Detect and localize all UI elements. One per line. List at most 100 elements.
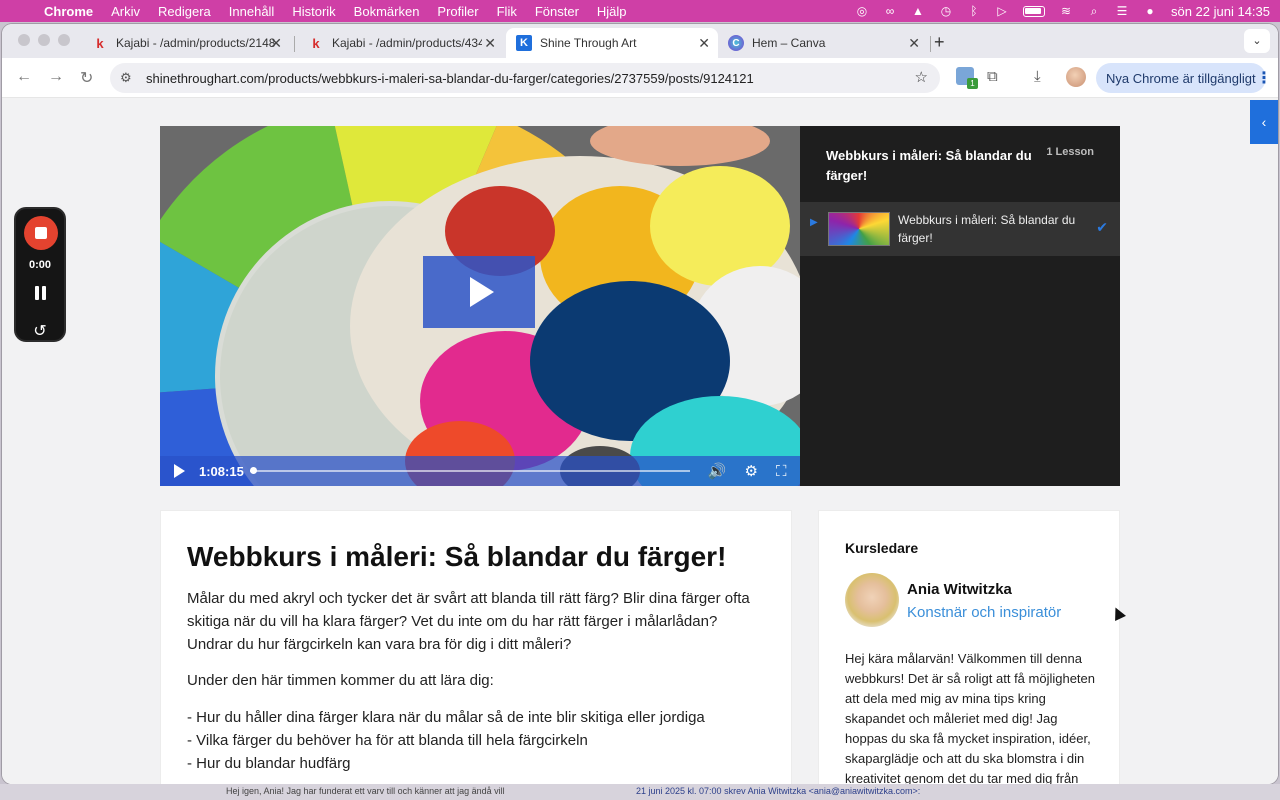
play-status-icon[interactable]: ▷ [995, 4, 1009, 18]
bluetooth-icon[interactable]: ᛒ [967, 4, 981, 18]
tab-separator [930, 36, 931, 52]
playlist-item[interactable]: ▶ Webbkurs i måleri: Så blandar du färge… [800, 202, 1120, 256]
forward-icon[interactable]: → [48, 68, 64, 86]
minimize-window-button[interactable] [38, 34, 50, 46]
instructor-name: Ania Witwitzka [907, 581, 1012, 598]
screen-recorder-widget: 0:00 ↺ [14, 207, 66, 342]
background-mail-window: Hej igen, Ania! Jag har funderat ett var… [0, 784, 1280, 800]
menu-arkiv[interactable]: Arkiv [111, 4, 140, 19]
browser-toolbar: ← → ↻ ⚙ shinethroughart.com/products/web… [2, 58, 1278, 98]
lesson-description: Webbkurs i måleri: Så blandar du färger!… [160, 510, 792, 784]
list-item: - Hur du håller dina färger klara när du… [187, 709, 705, 726]
extension-icon[interactable]: 1 [956, 67, 978, 89]
play-icon [470, 277, 494, 307]
instructor-heading: Kursledare [845, 540, 919, 556]
menu-hjalp[interactable]: Hjälp [597, 4, 627, 19]
page-viewport: ‹ 1:08:15 🔊 ⚙ ⛶ Webbkurs i måleri: Så bl… [2, 98, 1278, 784]
battery-icon[interactable] [1022, 5, 1045, 17]
close-tab-icon[interactable]: ✕ [698, 35, 710, 52]
video-player[interactable]: 1:08:15 🔊 ⚙ ⛶ [160, 126, 800, 486]
chrome-update-button[interactable]: Nya Chrome är tillgängligt [1096, 63, 1266, 93]
address-bar[interactable]: ⚙ shinethroughart.com/products/webbkurs-… [110, 63, 940, 93]
lesson-thumbnail [828, 212, 890, 246]
lesson-title: Webbkurs i måleri: Så blandar du färger! [898, 213, 1076, 245]
downloads-icon[interactable]: ⤓ [1034, 68, 1041, 85]
instructor-bio: Hej kära målarvän! Välkommen till denna … [845, 651, 1096, 784]
intro-paragraph: Målar du med akryl och tycker det är svå… [187, 590, 750, 653]
tab-shine-through-art[interactable]: K Shine Through Art ✕ [506, 28, 718, 58]
chrome-menu-icon[interactable]: ⋮ [1256, 68, 1272, 88]
lesson-count: 1 Lesson [1046, 146, 1094, 158]
tab-canva[interactable]: C Hem – Canva ✕ [718, 28, 928, 58]
list-item: - Hur du blandar hudfärg [187, 755, 351, 772]
menu-innehall[interactable]: Innehåll [229, 4, 275, 19]
menu-app-name[interactable]: Chrome [44, 4, 93, 19]
siri-icon[interactable]: ● [1143, 4, 1157, 18]
menu-profiler[interactable]: Profiler [437, 4, 478, 19]
menubar-clock[interactable]: sön 22 juni 14:35 [1171, 4, 1270, 19]
menu-fonster[interactable]: Fönster [535, 4, 579, 19]
site-settings-icon[interactable]: ⚙ [120, 70, 136, 86]
close-tab-icon[interactable]: ✕ [908, 35, 920, 52]
bookmark-star-icon[interactable]: ☆ [915, 68, 928, 86]
control-center-icon[interactable]: ☰ [1115, 4, 1129, 18]
timer-icon[interactable]: ◷ [939, 4, 953, 18]
macos-menubar: Chrome Arkiv Redigera Innehåll Historik … [0, 0, 1280, 22]
tab-title: Kajabi - /admin/products/434 [332, 36, 482, 50]
new-tab-icon[interactable]: + [934, 32, 945, 53]
tab-search-chevron-icon[interactable]: ⌄ [1244, 29, 1270, 53]
tab-title: Shine Through Art [540, 36, 637, 50]
menu-flik[interactable]: Flik [497, 4, 517, 19]
extension-badge-count: 1 [967, 78, 978, 89]
list-item: - Vilka färger du behöver ha för att bla… [187, 732, 588, 749]
tab-kajabi-2[interactable]: k Kajabi - /admin/products/434 ✕ [298, 28, 504, 58]
back-icon[interactable]: ← [16, 68, 32, 86]
play-button[interactable] [423, 256, 535, 328]
profile-avatar[interactable] [1066, 67, 1086, 87]
menu-historik[interactable]: Historik [292, 4, 335, 19]
video-duration: 1:08:15 [199, 463, 244, 479]
instructor-role: Konstnär och inspiratör [907, 604, 1062, 621]
site-icon: K [516, 35, 532, 51]
playlist-title: Webbkurs i måleri: Så blandar du färger! [826, 148, 1032, 183]
pause-icon[interactable] [34, 286, 48, 300]
seek-handle[interactable] [249, 467, 257, 474]
close-tab-icon[interactable]: ✕ [484, 35, 496, 52]
zoom-window-button[interactable] [58, 34, 70, 46]
extensions-puzzle-icon[interactable]: ⧉ [987, 68, 998, 85]
canva-icon: C [728, 35, 744, 51]
reload-icon[interactable]: ↻ [80, 68, 93, 88]
menu-bokmarken[interactable]: Bokmärken [354, 4, 420, 19]
now-playing-icon: ▶ [810, 217, 818, 228]
seek-bar[interactable] [249, 467, 690, 474]
status-app-icon[interactable]: ◎ [855, 4, 869, 18]
url-text[interactable]: shinethroughart.com/products/webbkurs-i-… [146, 71, 754, 86]
tab-title: Kajabi - /admin/products/2148 [116, 36, 276, 50]
chrome-window: k Kajabi - /admin/products/2148 ✕ k Kaja… [2, 24, 1278, 784]
window-controls [18, 34, 70, 46]
menu-redigera[interactable]: Redigera [158, 4, 211, 19]
restart-icon[interactable]: ↺ [16, 321, 64, 341]
background-text: 21 juni 2025 kl. 07:00 skrev Ania Witwit… [636, 786, 921, 796]
tab-kajabi-1[interactable]: k Kajabi - /admin/products/2148 ✕ [82, 28, 290, 58]
volume-icon[interactable]: 🔊 [708, 462, 727, 480]
stop-recording-button[interactable] [24, 216, 58, 250]
tab-strip: k Kajabi - /admin/products/2148 ✕ k Kaja… [2, 24, 1278, 58]
update-label: Nya Chrome är tillgängligt [1106, 70, 1256, 86]
settings-gear-icon[interactable]: ⚙ [745, 462, 758, 480]
tab-title: Hem – Canva [752, 36, 826, 50]
creative-cloud-icon[interactable]: ∞ [883, 4, 897, 18]
notification-icon[interactable]: ▲ [911, 4, 925, 18]
player-controls: 1:08:15 🔊 ⚙ ⛶ [160, 456, 800, 486]
fullscreen-icon[interactable]: ⛶ [776, 463, 787, 480]
page-title: Webbkurs i måleri: Så blandar du färger! [187, 541, 727, 572]
wifi-icon[interactable]: ≋ [1059, 4, 1073, 18]
close-tab-icon[interactable]: ✕ [270, 35, 282, 52]
lesson-playlist: Webbkurs i måleri: Så blandar du färger!… [800, 126, 1120, 486]
control-play-icon[interactable] [174, 464, 185, 478]
spotlight-search-icon[interactable]: ⌕ [1087, 4, 1101, 18]
completed-check-icon: ✔ [1096, 219, 1108, 235]
sidebar-toggle-chevron-icon[interactable]: ‹ [1250, 100, 1278, 144]
close-window-button[interactable] [18, 34, 30, 46]
avatar [845, 573, 899, 627]
